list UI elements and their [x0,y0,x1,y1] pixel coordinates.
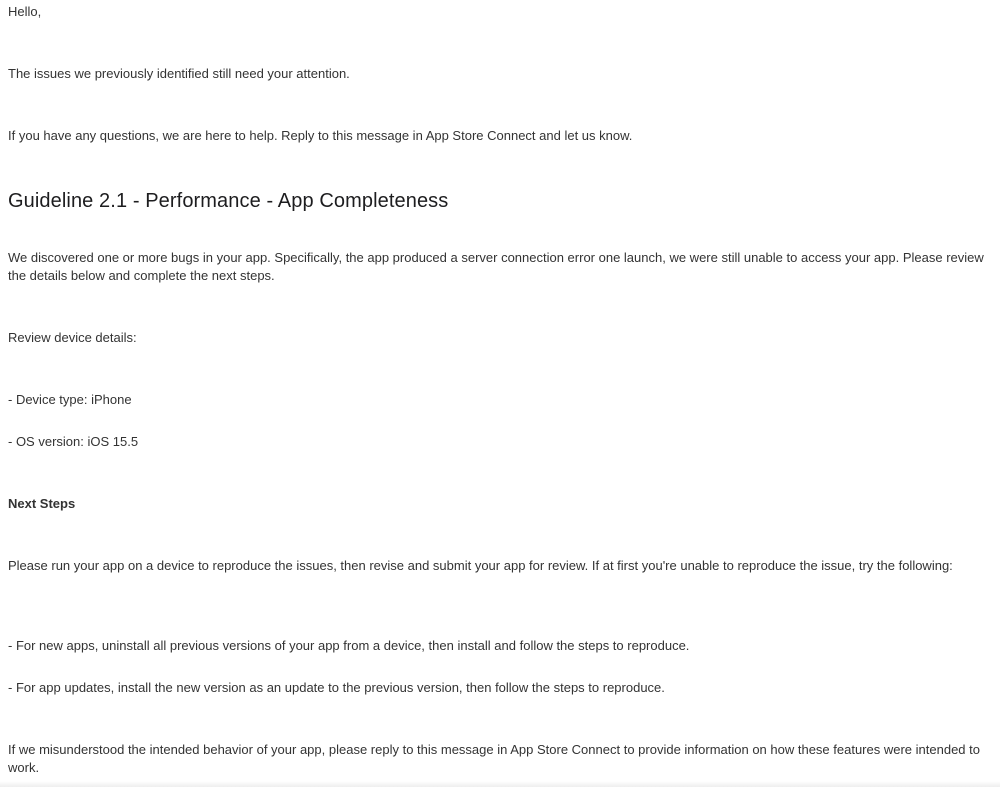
bug-description-text: We discovered one or more bugs in your a… [8,250,984,283]
guideline-title: Guideline 2.1 - Performance - App Comple… [8,190,449,212]
os-version-item: - OS version: iOS 15.5 [8,434,139,449]
next-steps-heading: Next Steps [8,496,76,511]
greeting-text: Hello, [8,4,42,19]
next-steps-intro-text: Please run your app on a device to repro… [8,558,953,573]
review-device-label: Review device details: [8,330,137,345]
review-message-body: Hello, The issues we previously identifi… [0,0,1000,787]
intro-text: The issues we previously identified stil… [8,66,350,81]
help-text: If you have any questions, we are here t… [8,128,633,143]
step-new-apps-item: - For new apps, uninstall all previous v… [8,638,690,653]
scroll-fade [0,781,1000,787]
step-app-updates-item: - For app updates, install the new versi… [8,680,665,695]
device-type-item: - Device type: iPhone [8,392,132,407]
misunderstood-text: If we misunderstood the intended behavio… [8,742,980,775]
